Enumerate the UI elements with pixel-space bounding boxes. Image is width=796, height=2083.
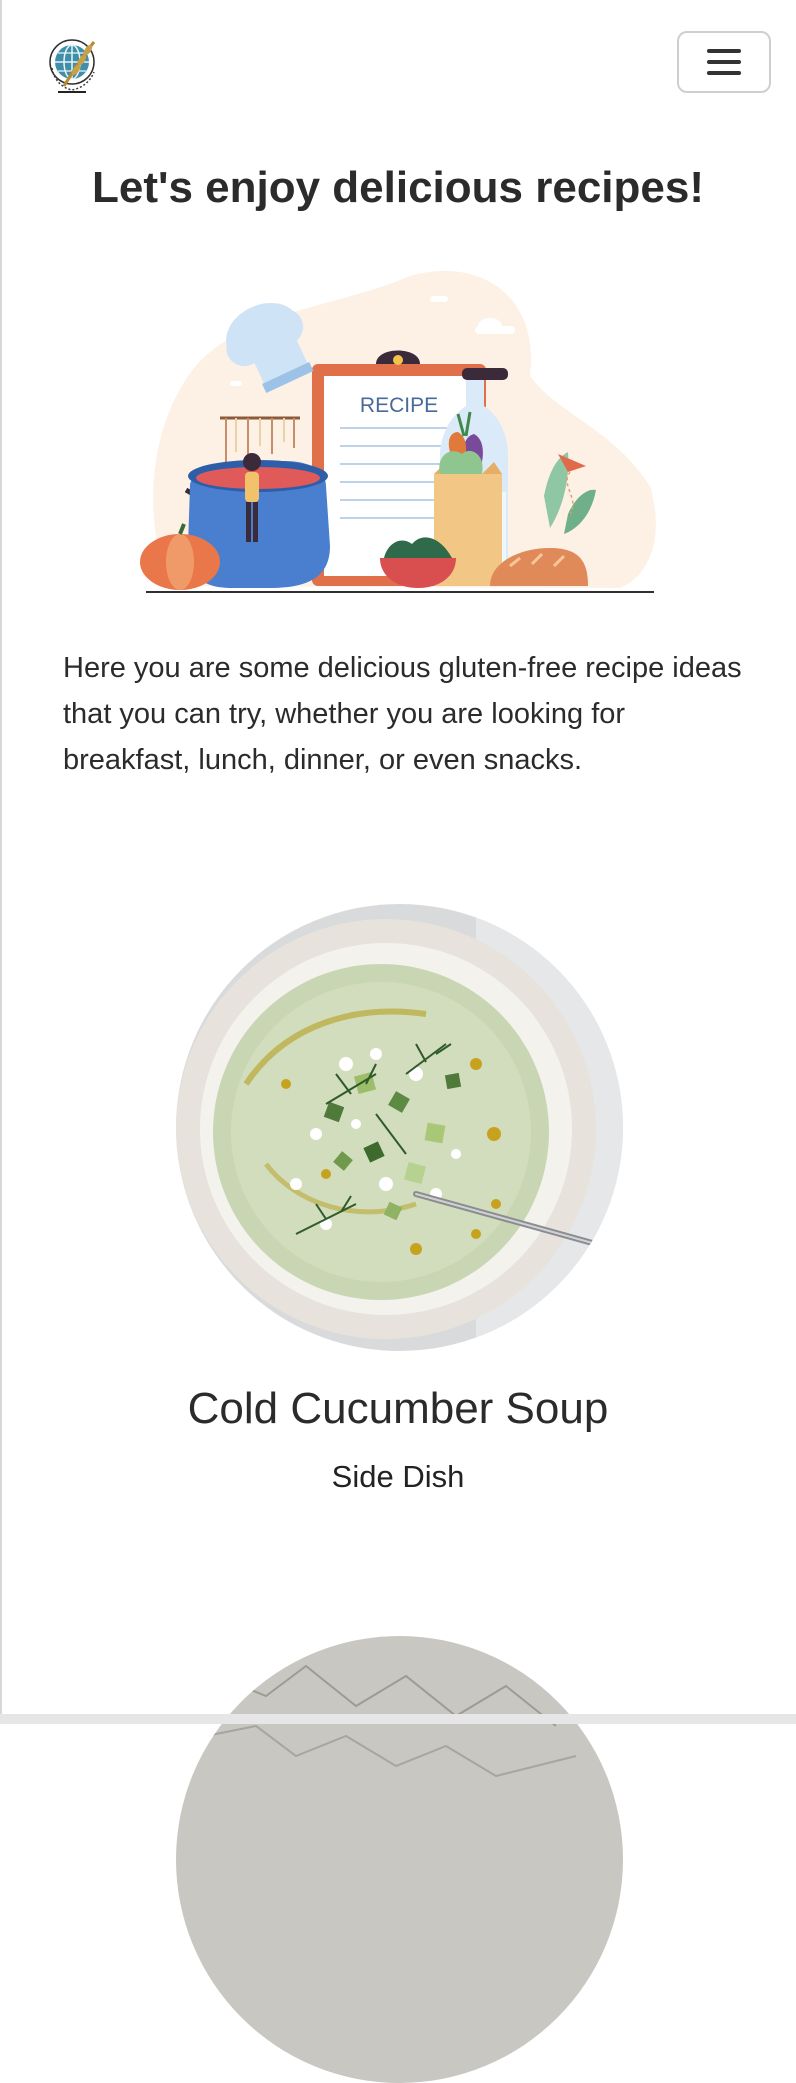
page-title: Let's enjoy delicious recipes! [91, 163, 704, 212]
recipe-image-next[interactable] [176, 1636, 623, 2083]
recipe-image-cucumber-soup[interactable] [176, 904, 623, 1351]
globe-wheat-logo-icon[interactable] [44, 34, 104, 96]
recipe-category: Side Dish [331, 1459, 465, 1494]
recipe-title[interactable]: Cold Cucumber Soup [0, 1384, 796, 1434]
hero-illustration: RECIPE [140, 266, 660, 602]
navbar [0, 0, 796, 130]
clipboard-label: RECIPE [360, 394, 438, 417]
hamburger-menu-icon [707, 49, 741, 75]
intro-text: Here you are some delicious gluten-free … [63, 652, 742, 776]
menu-toggle-button[interactable] [677, 31, 771, 93]
bottom-scrollbar-area [0, 1714, 796, 1724]
